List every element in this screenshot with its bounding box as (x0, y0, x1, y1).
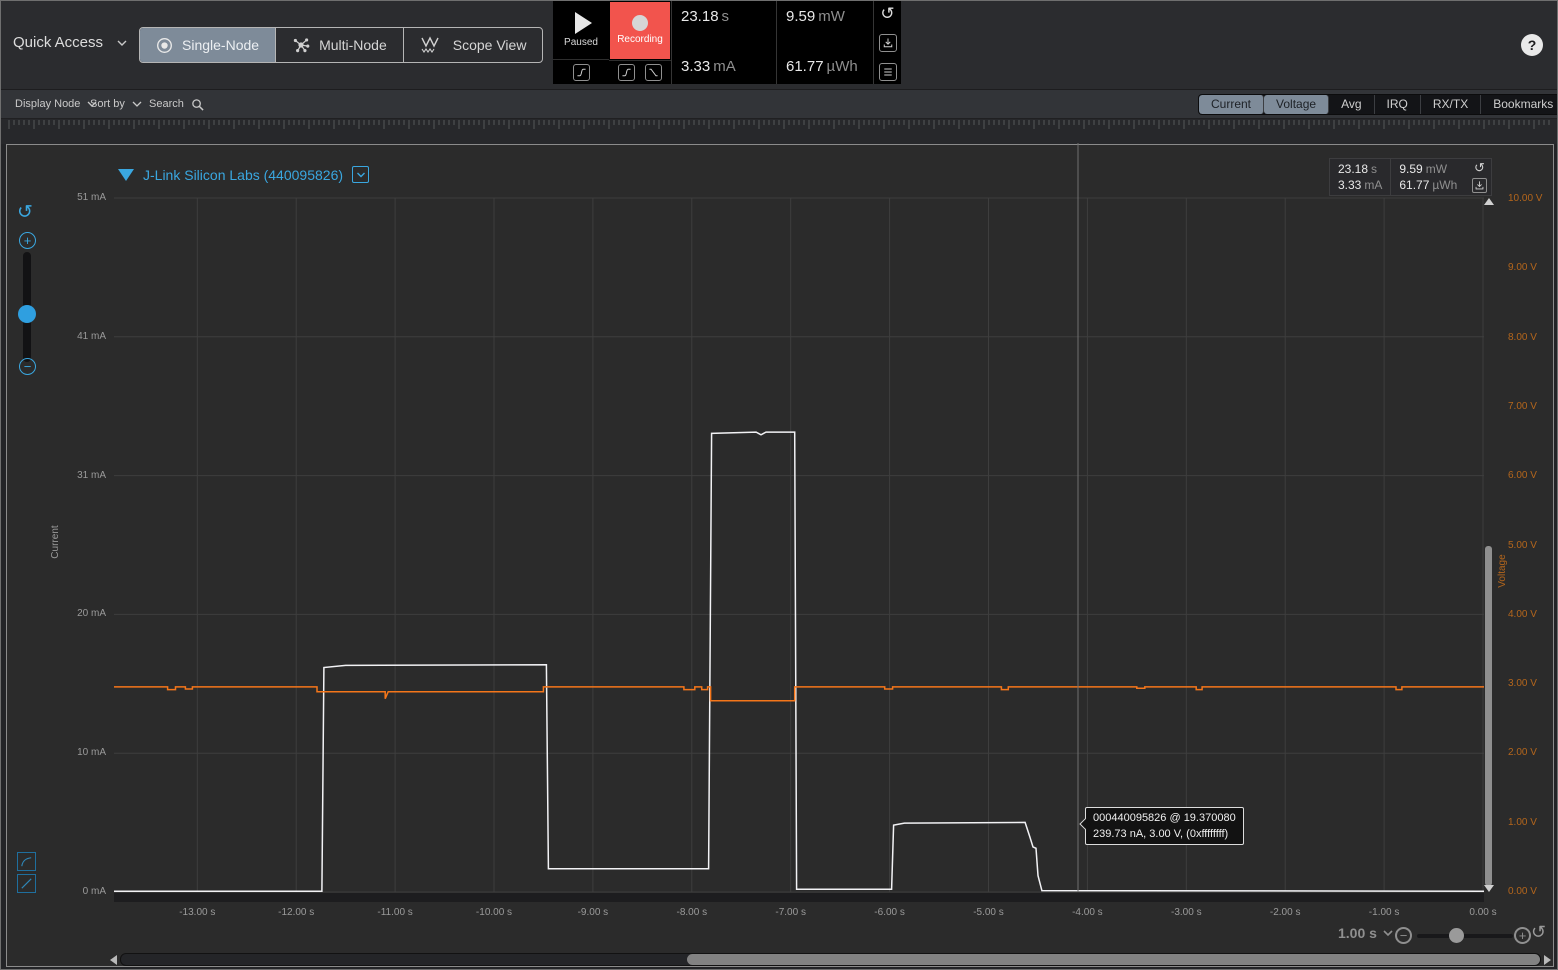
voltage-tick-label: 3.00 V (1508, 678, 1556, 689)
x-tick-label: 0.00 s (1448, 907, 1518, 918)
voltage-tick-label: 9.00 V (1508, 262, 1556, 273)
voltage-tick-label: 2.00 V (1508, 747, 1556, 758)
download-icon (1474, 180, 1485, 191)
current-tick-label: 0 mA (31, 886, 106, 897)
x-tick-label: -9.00 s (558, 907, 628, 918)
chart-overlay: J-Link Silicon Labs (440095826) 23.18s 3… (1, 1, 1558, 970)
node-reset-button[interactable]: ↺ (1474, 161, 1485, 174)
current-tick-label: 10 mA (31, 747, 106, 758)
minus-icon: − (24, 360, 32, 373)
x-tick-label: -4.00 s (1052, 907, 1122, 918)
x-tick-label: -7.00 s (756, 907, 826, 918)
time-zoom-dropdown[interactable]: 1.00 s (1338, 925, 1393, 941)
time-zoom-in-button[interactable]: + (1514, 927, 1531, 944)
y-zoom-in-button[interactable]: + (19, 232, 36, 249)
x-tick-label: -13.00 s (162, 907, 232, 918)
x-tick-label: -12.00 s (261, 907, 331, 918)
data-tooltip: 000440095826 @ 19.370080 239.73 nA, 3.00… (1085, 807, 1244, 845)
voltage-tick-label: 8.00 V (1508, 332, 1556, 343)
scroll-right-arrow[interactable] (1544, 955, 1551, 965)
y-zoom-slider-handle[interactable] (18, 305, 36, 323)
time-zoom-out-button[interactable]: − (1395, 927, 1412, 944)
tooltip-line2: 239.73 nA, 3.00 V, (0xffffffff) (1093, 826, 1236, 842)
time-zoom-reset-button[interactable]: ↺ (1531, 923, 1546, 941)
node-stats-time-current: 23.18s 3.33mA (1330, 159, 1390, 195)
reset-icon: ↺ (1531, 922, 1546, 942)
reset-icon: ↺ (17, 202, 33, 223)
tooltip-line1: 000440095826 @ 19.370080 (1093, 810, 1236, 826)
voltage-tick-label: 1.00 V (1508, 817, 1556, 828)
plus-icon: + (24, 234, 32, 247)
node-current-readout: 3.33mA (1338, 178, 1382, 192)
x-tick-label: -3.00 s (1151, 907, 1221, 918)
node-save-button[interactable] (1472, 178, 1487, 193)
node-stats-icons: ↺ (1468, 159, 1491, 195)
x-tick-label: -8.00 s (657, 907, 727, 918)
voltage-tick-label: 6.00 V (1508, 470, 1556, 481)
x-tick-label: -1.00 s (1349, 907, 1419, 918)
chevron-down-icon (356, 170, 366, 180)
horizontal-scrollbar-thumb[interactable] (687, 954, 1540, 965)
node-header: J-Link Silicon Labs (440095826) (118, 166, 369, 183)
y-zoom-out-button[interactable]: − (19, 358, 36, 375)
scroll-down-arrow[interactable] (1484, 885, 1494, 892)
node-stats-power-energy: 9.59mW 61.77µWh (1391, 159, 1465, 195)
log-scale-icon[interactable] (17, 852, 36, 871)
voltage-tick-label: 7.00 V (1508, 401, 1556, 412)
node-power-readout: 9.59mW (1399, 162, 1457, 176)
x-tick-label: -6.00 s (855, 907, 925, 918)
energy-profiler-window: Quick Access Single-NodeMulti-NodeScope … (0, 0, 1558, 970)
collapse-triangle-icon[interactable] (118, 169, 134, 181)
minus-icon: − (1400, 930, 1408, 941)
reset-icon: ↺ (1474, 161, 1485, 174)
time-zoom-slider-track[interactable] (1417, 934, 1513, 938)
current-axis-title: Current (50, 512, 62, 572)
tooltip-notch (1079, 818, 1090, 829)
current-tick-label: 20 mA (31, 608, 106, 619)
x-tick-label: -2.00 s (1250, 907, 1320, 918)
scroll-up-arrow[interactable] (1484, 198, 1494, 205)
node-stats-box: 23.18s 3.33mA 9.59mW 61.77µWh ↺ (1329, 158, 1492, 196)
x-tick-label: -10.00 s (459, 907, 529, 918)
node-title: J-Link Silicon Labs (440095826) (143, 167, 343, 183)
current-tick-label: 41 mA (31, 331, 106, 342)
node-energy-readout: 61.77µWh (1399, 178, 1457, 192)
scroll-left-arrow[interactable] (110, 955, 117, 965)
plus-icon: + (1519, 930, 1527, 941)
node-time-readout: 23.18s (1338, 162, 1382, 176)
voltage-tick-label: 10.00 V (1508, 193, 1556, 204)
time-zoom-value: 1.00 s (1338, 925, 1377, 941)
vertical-scrollbar-thumb[interactable] (1485, 546, 1492, 886)
voltage-tick-label: 5.00 V (1508, 540, 1556, 551)
y-zoom-reset-button[interactable]: ↺ (17, 203, 33, 222)
voltage-tick-label: 0.00 V (1508, 886, 1556, 897)
current-tick-label: 31 mA (31, 470, 106, 481)
x-tick-label: -11.00 s (360, 907, 430, 918)
chevron-down-icon (1383, 928, 1393, 938)
x-tick-label: -5.00 s (954, 907, 1024, 918)
voltage-tick-label: 4.00 V (1508, 609, 1556, 620)
time-zoom-slider-handle[interactable] (1449, 928, 1464, 943)
node-options-button[interactable] (352, 166, 369, 183)
current-tick-label: 51 mA (31, 192, 106, 203)
